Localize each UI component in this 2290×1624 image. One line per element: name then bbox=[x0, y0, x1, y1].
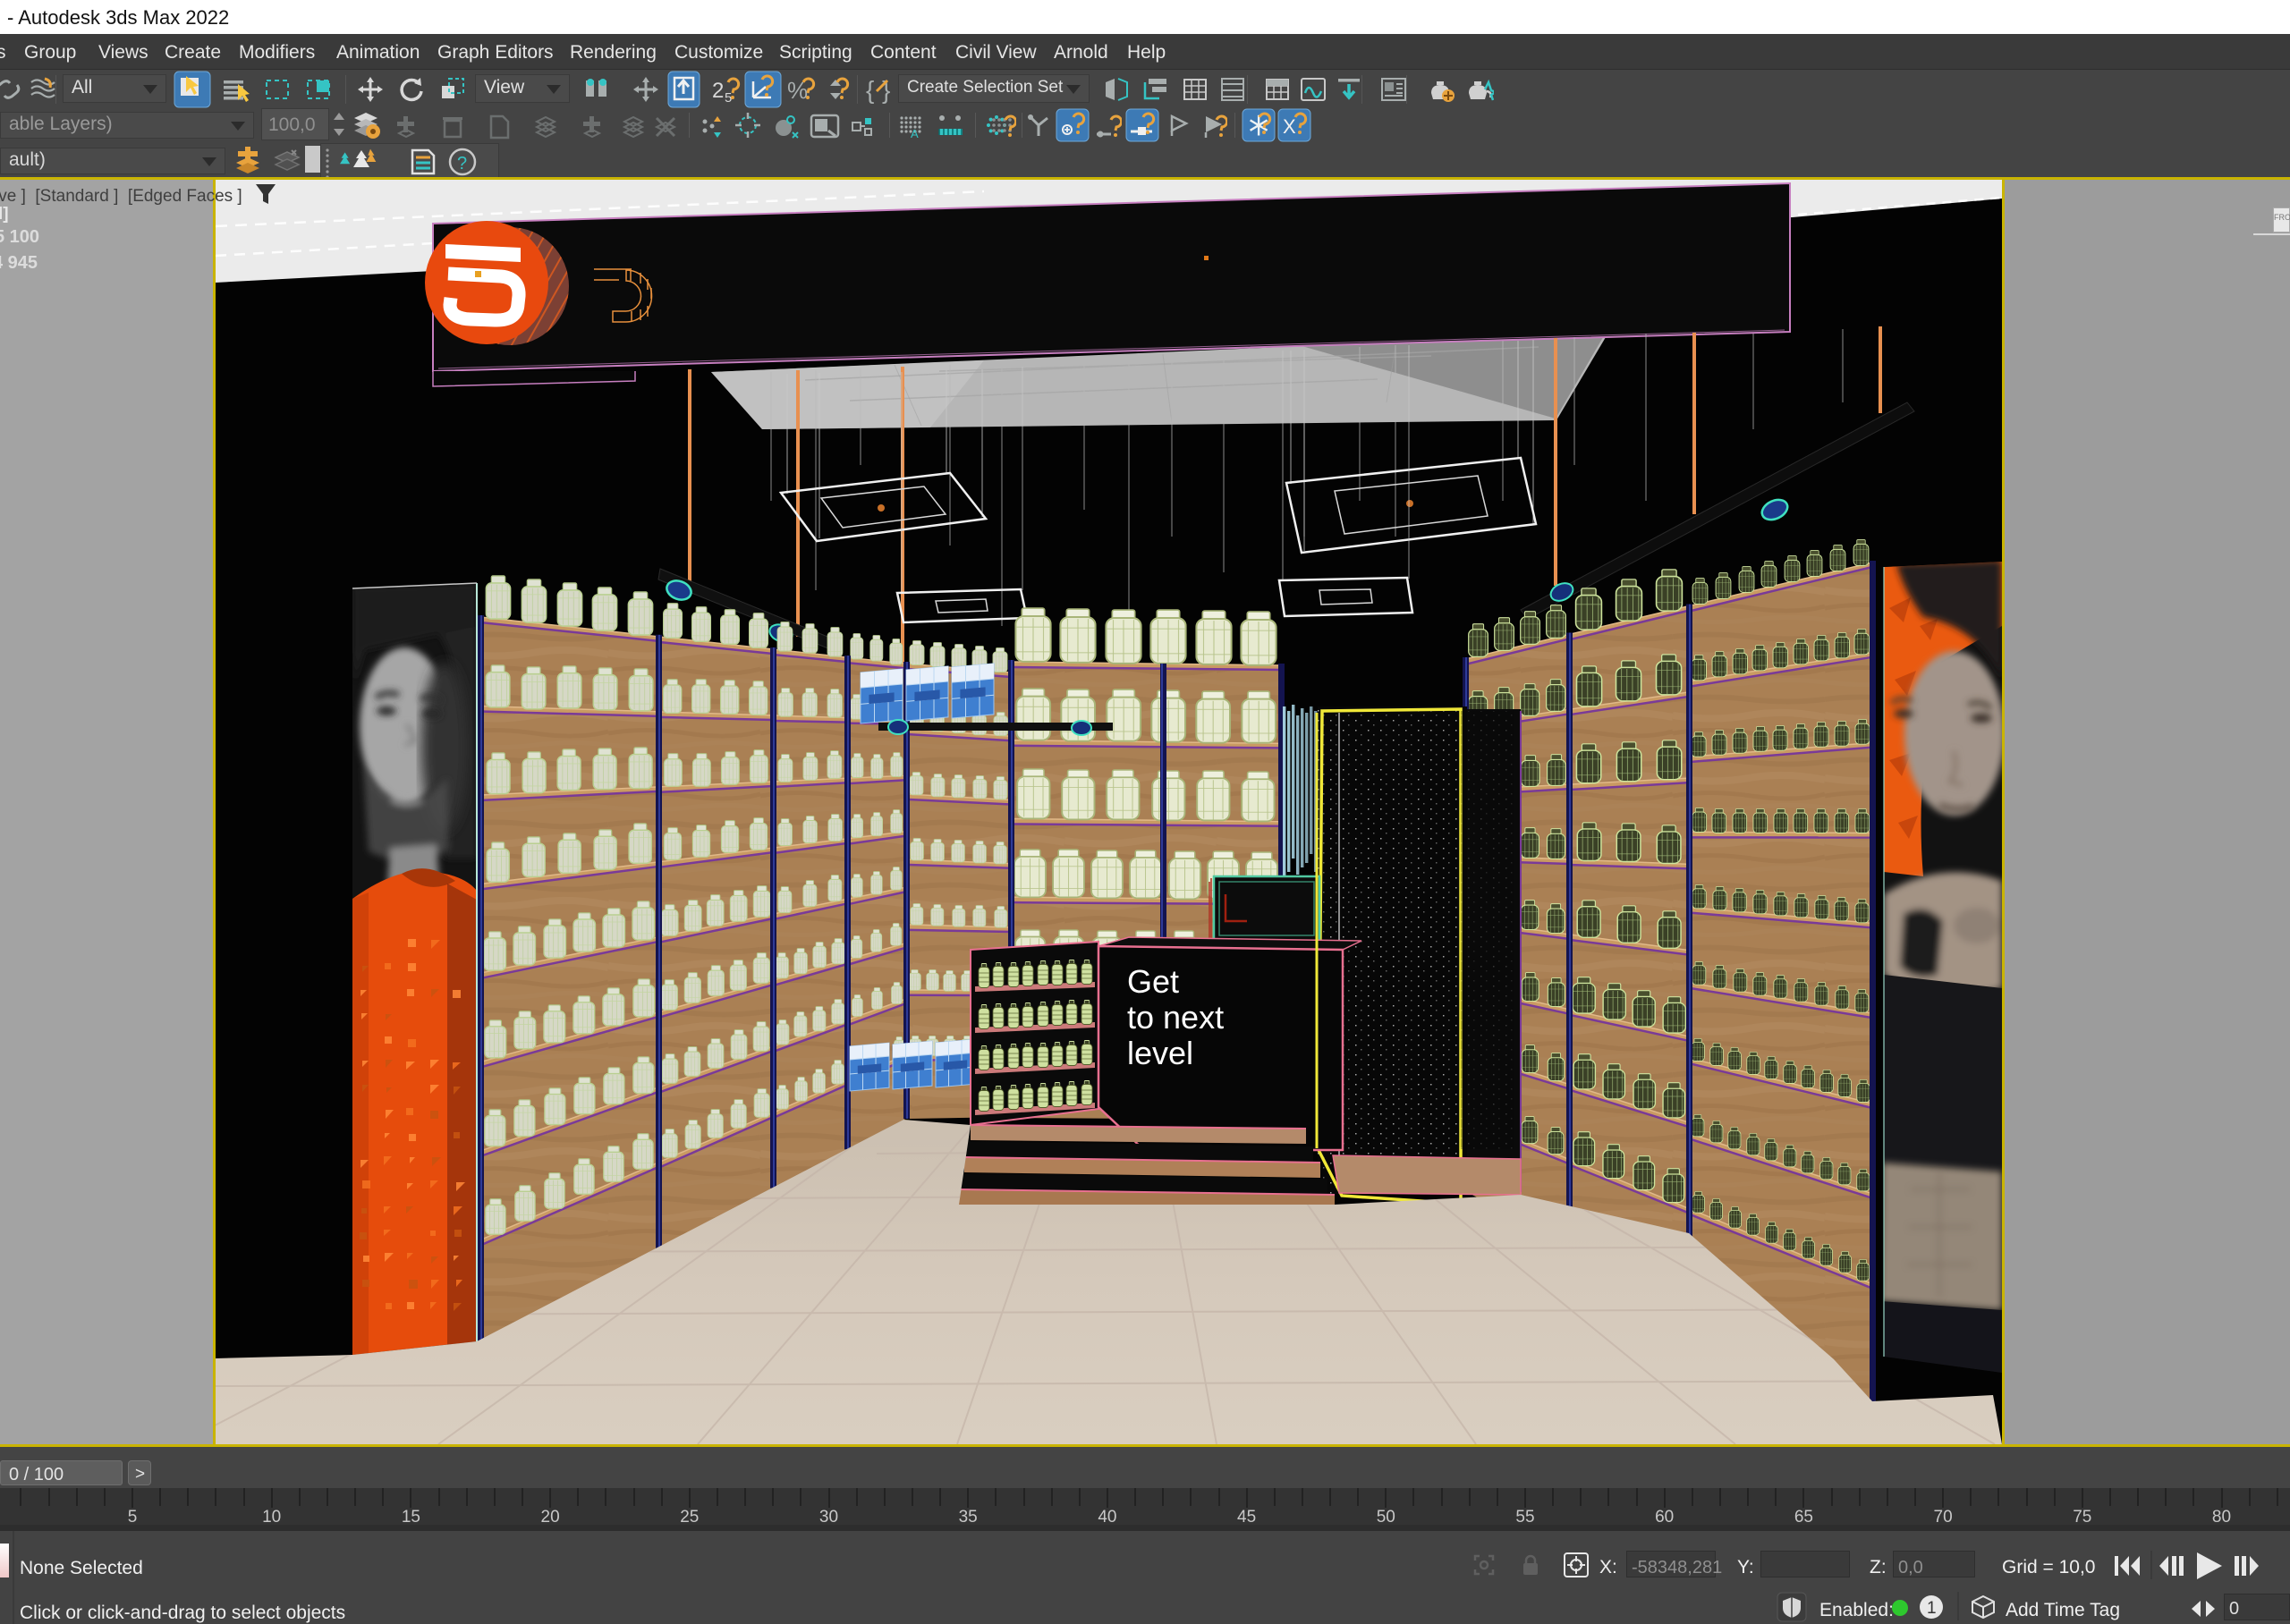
svg-text:X: X bbox=[1283, 115, 1296, 138]
svg-text:1: 1 bbox=[1927, 1599, 1937, 1618]
svg-text:A: A bbox=[911, 127, 919, 140]
svg-text:2: 2 bbox=[712, 79, 724, 103]
svg-text:{: { bbox=[866, 76, 874, 104]
svg-text:to next: to next bbox=[1127, 999, 1224, 1036]
svg-text:level: level bbox=[1127, 1035, 1193, 1071]
svg-text:Get: Get bbox=[1127, 963, 1179, 1000]
svg-text:?: ? bbox=[457, 154, 467, 173]
